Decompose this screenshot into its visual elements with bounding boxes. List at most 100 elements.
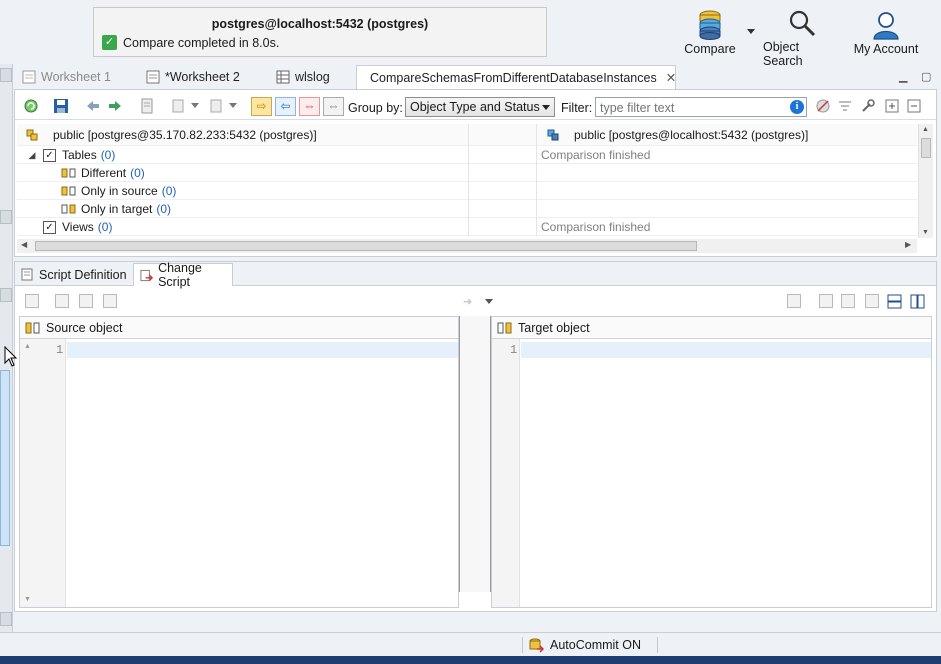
tab-worksheet-2[interactable]: *Worksheet 2: [138, 65, 254, 89]
source-object-title: Source object: [46, 320, 123, 335]
only-in-target-icon: [61, 204, 76, 214]
notification-message-row: ✓ Compare completed in 8.0s.: [102, 35, 279, 50]
script-action-icon[interactable]: [25, 294, 39, 308]
grid-vertical-scrollbar[interactable]: ▲ ▼: [918, 124, 933, 238]
tab-label: *Worksheet 2: [165, 70, 240, 84]
row-status: [538, 164, 918, 182]
row-count: (0): [130, 166, 145, 180]
row-status: [538, 182, 918, 200]
filter-to-source-icon[interactable]: ⇦: [275, 97, 296, 116]
row-label: Views: [62, 220, 94, 234]
tab-compare-schemas[interactable]: CompareSchemasFromDifferentDatabaseInsta…: [356, 65, 676, 89]
collapse-all-icon[interactable]: [906, 98, 922, 114]
tab-wlslog[interactable]: wlslog: [268, 65, 352, 89]
script-action-icon[interactable]: [787, 294, 801, 308]
report-dropdown-icon[interactable]: [229, 103, 237, 108]
comparison-grid: public [postgres@35.170.82.233:5432 (pos…: [17, 124, 917, 238]
compare-dropdown-arrow-icon[interactable]: [747, 29, 755, 34]
tables-checkbox[interactable]: ✓: [43, 148, 56, 162]
line-number: 1: [56, 343, 64, 357]
source-object-pane: Source object ▲ ▼ 1: [19, 316, 459, 608]
script-action-icon[interactable]: [79, 294, 93, 308]
filter-equal-icon[interactable]: ⇔: [323, 97, 344, 116]
object-search-button[interactable]: Object Search: [763, 8, 841, 68]
sql-sheet-icon: [146, 70, 160, 84]
tab-label: Change Script: [158, 261, 202, 289]
compare-toolbar: ⇨ ⇦ ⇔ ⇔ Group by: Object Type and Status…: [15, 92, 936, 120]
group-by-select[interactable]: Object Type and Status: [405, 97, 555, 117]
my-account-label: My Account: [853, 42, 919, 56]
line-number: 1: [510, 343, 518, 357]
table-row-views[interactable]: ✓ Views (0) Comparison finished: [17, 218, 917, 236]
vertical-layout-icon[interactable]: [910, 294, 925, 309]
editor-tab-bar: Worksheet 1 *Worksheet 2 wlslog CompareS…: [14, 65, 937, 89]
row-label: Only in source: [81, 184, 158, 198]
maximize-icon[interactable]: ▢: [921, 70, 931, 83]
rail-tab-bottom[interactable]: [0, 612, 12, 626]
table-row-only-in-target[interactable]: Only in target (0): [17, 200, 917, 218]
deploy-icon[interactable]: [171, 98, 187, 114]
table-row-only-in-source[interactable]: Only in source (0): [17, 182, 917, 200]
script-action-icon[interactable]: [103, 294, 117, 308]
status-separator: [522, 637, 523, 653]
object-search-label: Object Search: [763, 40, 803, 68]
navigate-dropdown-icon[interactable]: [485, 299, 493, 304]
scroll-left-icon[interactable]: ◀: [21, 240, 27, 249]
notification-popup: postgres@localhost:5432 (postgres) ✓ Com…: [93, 7, 547, 57]
views-checkbox[interactable]: ✓: [43, 220, 56, 234]
expand-all-icon[interactable]: [884, 98, 900, 114]
rail-tab-top[interactable]: [0, 68, 12, 82]
horizontal-layout-icon[interactable]: [887, 294, 902, 309]
filter-different-icon[interactable]: ⇔: [299, 97, 320, 116]
rail-tab-middle[interactable]: [0, 210, 12, 224]
script-action-icon[interactable]: [819, 294, 833, 308]
rail-selected-panel[interactable]: [0, 370, 10, 546]
row-status: Comparison finished: [541, 148, 651, 162]
info-icon[interactable]: i: [790, 100, 804, 114]
report-icon[interactable]: [209, 98, 225, 114]
filter-lines-icon[interactable]: [837, 98, 853, 114]
row-status: [538, 200, 918, 218]
script-icon[interactable]: [139, 98, 155, 114]
script-action-icon[interactable]: [865, 294, 879, 308]
table-row-tables[interactable]: ◢ ✓ Tables (0) Comparison finished: [17, 146, 917, 164]
expand-triangle-icon[interactable]: ◢: [27, 150, 37, 161]
compare-button[interactable]: Compare: [684, 8, 736, 60]
magnifier-icon: [787, 8, 817, 38]
script-action-icon[interactable]: [55, 294, 69, 308]
vertical-scroll-thumb[interactable]: [921, 138, 931, 158]
scroll-up-icon[interactable]: ▲: [922, 126, 929, 133]
source-schema-label: public [postgres@35.170.82.233:5432 (pos…: [53, 128, 317, 142]
target-header-cell: public [postgres@localhost:5432 (postgre…: [538, 124, 918, 146]
scroll-up-icon[interactable]: ▲: [24, 343, 31, 350]
my-account-button[interactable]: My Account: [851, 8, 921, 60]
script-action-icon[interactable]: [841, 294, 855, 308]
horizontal-scroll-thumb[interactable]: [35, 241, 697, 251]
refresh-compare-icon[interactable]: [23, 98, 39, 114]
filter-input[interactable]: [595, 97, 807, 117]
rail-tab-lower[interactable]: [0, 288, 12, 302]
minimize-icon[interactable]: ▁: [899, 70, 907, 83]
grid-horizontal-scrollbar[interactable]: ◀ ▶: [17, 239, 917, 253]
current-line-highlight: [67, 342, 458, 358]
hide-equal-icon[interactable]: [815, 98, 831, 114]
top-area: postgres@localhost:5432 (postgres) ✓ Com…: [0, 0, 941, 68]
table-row-different[interactable]: Different (0): [17, 164, 917, 182]
notification-message: Compare completed in 8.0s.: [123, 35, 280, 50]
tab-worksheet-1[interactable]: Worksheet 1: [14, 65, 132, 89]
merge-left-icon[interactable]: [85, 98, 101, 114]
merge-right-icon[interactable]: [107, 98, 123, 114]
tab-script-definition[interactable]: Script Definition: [15, 263, 131, 286]
close-tab-icon[interactable]: ✕: [666, 70, 676, 85]
settings-tools-icon[interactable]: [860, 98, 876, 114]
filter-to-target-icon[interactable]: ⇨: [251, 97, 272, 116]
tab-change-script[interactable]: Change Script: [133, 261, 233, 289]
scroll-right-icon[interactable]: ▶: [905, 240, 911, 249]
deploy-dropdown-icon[interactable]: [191, 103, 199, 108]
script-panel: Script Definition Change Script ➜ Source…: [14, 261, 937, 612]
navigate-arrow-icon[interactable]: ➜: [463, 295, 472, 308]
scroll-down-icon[interactable]: ▼: [24, 596, 31, 603]
scroll-down-icon[interactable]: ▼: [922, 229, 929, 236]
save-icon[interactable]: [53, 98, 69, 114]
autocommit-status[interactable]: AutoCommit ON: [528, 637, 641, 653]
